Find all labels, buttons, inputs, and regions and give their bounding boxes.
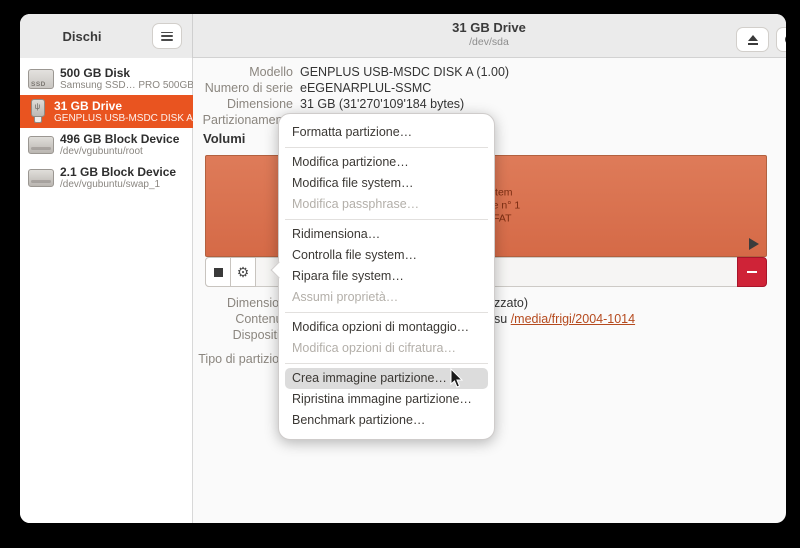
menu-separator: [285, 219, 488, 220]
gnome-disks-window: Dischi 31 GB Drive /dev/sda: [20, 14, 786, 523]
volumes-header: Volumi: [203, 131, 245, 146]
gear-icon: ⚙: [237, 265, 250, 279]
mount-point-link[interactable]: /media/frigi/2004-1014: [511, 312, 635, 326]
model-label: Modello: [143, 65, 293, 79]
serial-label: Numero di serie: [143, 81, 293, 95]
partition-content-value-fragment: su /media/frigi/2004-1014: [494, 312, 635, 326]
sidebar-header: Dischi: [20, 14, 193, 58]
menu-item-check-filesystem[interactable]: Controlla file system…: [285, 245, 488, 266]
menu-separator: [285, 312, 488, 313]
size-label: Dimensione: [143, 97, 293, 111]
menu-separator: [285, 363, 488, 364]
minus-icon: [747, 271, 757, 273]
menu-item-resize[interactable]: Ridimensiona…: [285, 224, 488, 245]
menu-item-create-partition-image[interactable]: Crea immagine partizione…: [285, 368, 488, 389]
partition-context-menu: Formatta partizione… Modifica partizione…: [278, 113, 495, 440]
app-title: Dischi: [20, 14, 144, 58]
block-device-icon: [28, 136, 54, 154]
partition-size-label: Dimensione: [143, 296, 293, 310]
hamburger-icon: [161, 32, 173, 41]
desktop-background: Dischi 31 GB Drive /dev/sda: [0, 0, 800, 548]
delete-partition-button[interactable]: [737, 257, 767, 287]
app-menu-button[interactable]: [152, 23, 182, 49]
menu-item-restore-partition-image[interactable]: Ripristina immagine partizione…: [285, 389, 488, 410]
drive-subtitle: /dev/sda: [359, 36, 619, 49]
menu-item-change-passphrase: Modifica passphrase…: [285, 194, 488, 215]
menu-item-format-partition[interactable]: Formatta partizione…: [285, 122, 488, 143]
drive-header-title: 31 GB Drive /dev/sda: [359, 20, 619, 49]
main-header: 31 GB Drive /dev/sda ✕: [193, 14, 786, 58]
model-value: GENPLUS USB-MSDC DISK A (1.00): [300, 65, 509, 79]
menu-item-edit-filesystem[interactable]: Modifica file system…: [285, 173, 488, 194]
block-device-icon: [28, 169, 54, 187]
partitioning-label: Partizionamento: [143, 113, 293, 127]
usb-drive-icon: ψ: [28, 99, 48, 125]
menu-item-edit-partition[interactable]: Modifica partizione…: [285, 152, 488, 173]
disk-subtitle: /dev/vgubuntu/swap_1: [60, 179, 176, 191]
partition-size-value-fragment: zzato): [494, 296, 528, 310]
menu-separator: [285, 147, 488, 148]
titlebar: Dischi 31 GB Drive /dev/sda: [20, 14, 786, 58]
partition-options-button[interactable]: ⚙: [230, 257, 256, 287]
serial-value: eEGENARPLUL-SSMC: [300, 81, 431, 95]
partition-type-label: Tipo di partizione: [143, 352, 293, 366]
eject-button[interactable]: [736, 27, 769, 52]
menu-item-repair-filesystem[interactable]: Ripara file system…: [285, 266, 488, 287]
disk-list-sidebar: SSD 500 GB Disk Samsung SSD… PRO 500GB ψ…: [20, 58, 193, 523]
stop-icon: [214, 268, 223, 277]
menu-item-take-ownership: Assumi proprietà…: [285, 287, 488, 308]
partition-device-label: Dispositivo: [143, 328, 293, 342]
ssd-icon: SSD: [28, 69, 54, 89]
menu-item-benchmark-partition[interactable]: Benchmark partizione…: [285, 410, 488, 431]
partition-content-label: Contenuto: [143, 312, 293, 326]
sidebar-item-496gb-block-device[interactable]: 496 GB Block Device /dev/vgubuntu/root: [20, 128, 193, 161]
mounted-on-prefix: su: [494, 312, 511, 326]
mounted-indicator-icon: [749, 238, 759, 250]
menu-item-edit-encryption-options: Modifica opzioni di cifratura…: [285, 338, 488, 359]
unmount-button[interactable]: [205, 257, 231, 287]
drive-title: 31 GB Drive: [359, 20, 619, 36]
disk-title: 2.1 GB Block Device: [60, 165, 176, 179]
power-off-icon: [785, 33, 787, 46]
disk-title: 496 GB Block Device: [60, 132, 179, 146]
sidebar-item-2gb-block-device[interactable]: 2.1 GB Block Device /dev/vgubuntu/swap_1: [20, 161, 193, 194]
size-value: 31 GB (31'270'109'184 bytes): [300, 97, 464, 111]
menu-item-edit-mount-options[interactable]: Modifica opzioni di montaggio…: [285, 317, 488, 338]
eject-icon: [748, 35, 758, 45]
power-off-button[interactable]: [776, 27, 786, 52]
disk-subtitle: /dev/vgubuntu/root: [60, 146, 179, 158]
